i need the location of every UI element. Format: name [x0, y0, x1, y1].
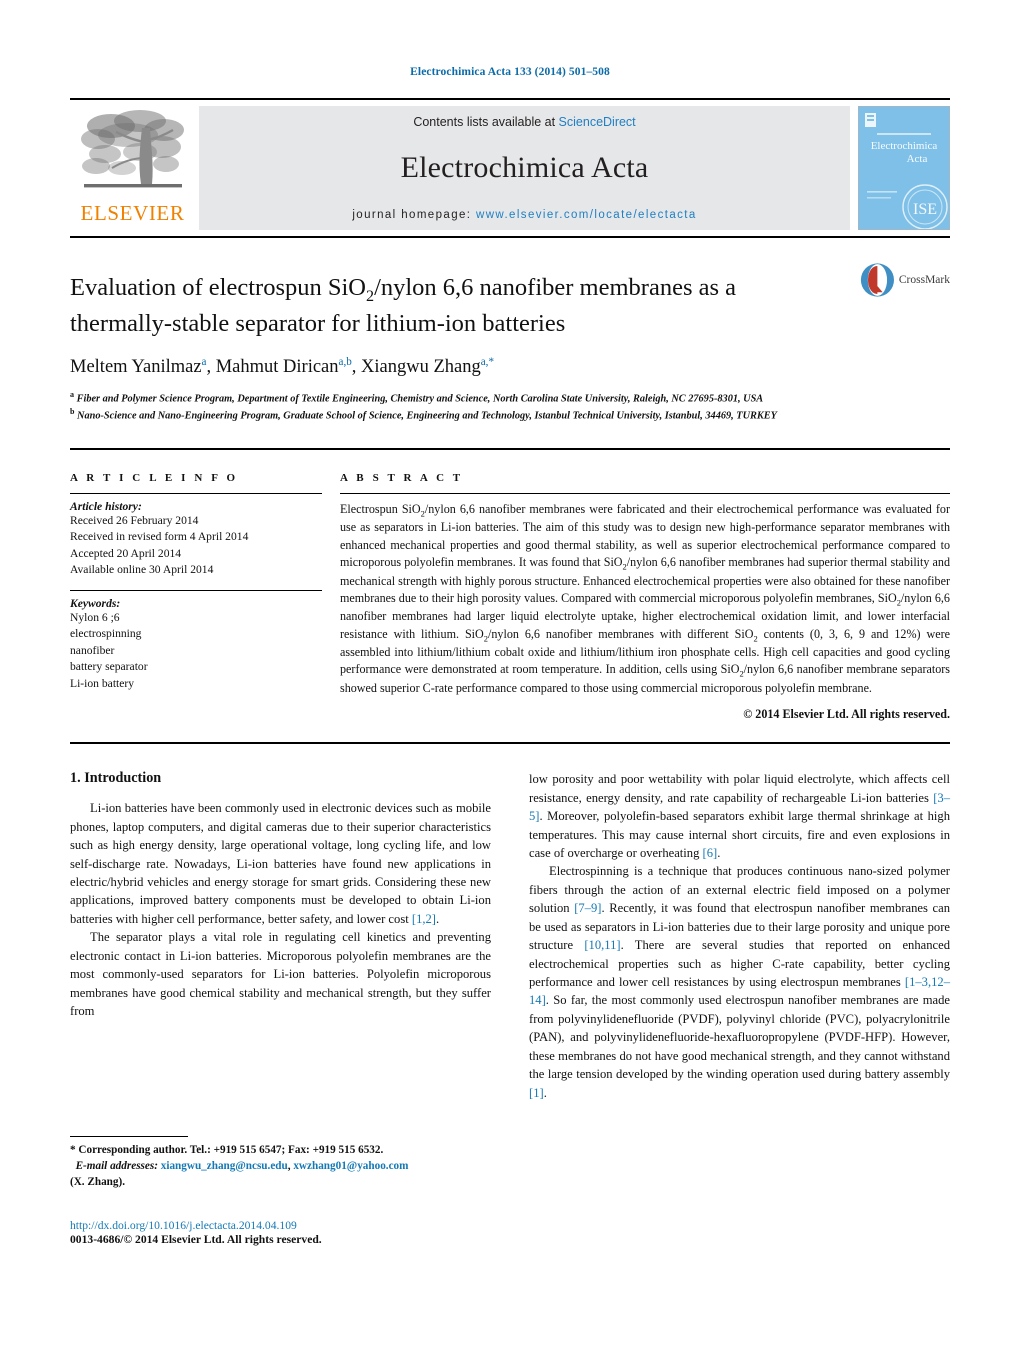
author-marks-2: a,*	[480, 355, 494, 368]
article-history-item: Received in revised form 4 April 2014	[70, 530, 249, 544]
homepage-prefix: journal homepage:	[352, 209, 476, 221]
keyword-item: nanofiber	[70, 643, 115, 657]
article-history-item: Accepted 20 April 2014	[70, 546, 182, 560]
doi-link[interactable]: http://dx.doi.org/10.1016/j.electacta.20…	[70, 1219, 322, 1232]
keyword-item: Li-ion battery	[70, 676, 135, 690]
article-history-item: Available online 30 April 2014	[70, 563, 214, 577]
elsevier-wordmark: ELSEVIER	[80, 201, 185, 225]
body-two-columns: 1. Introduction Li-ion batteries have be…	[70, 770, 950, 1102]
rule-below-abstract	[70, 742, 950, 745]
corresponding-author-line: * Corresponding author. Tel.: +919 515 6…	[70, 1144, 384, 1156]
journal-masthead: ELSEVIER Contents lists available at Sci…	[70, 98, 950, 238]
abstract-rule	[340, 492, 950, 494]
abstract-text: Electrospun SiO2/nylon 6,6 nanofiber mem…	[340, 501, 950, 695]
article-info-rule	[70, 492, 322, 494]
article-history-label: Article history:	[70, 499, 142, 513]
affiliation-text-b: Nano-Science and Nano-Engineering Progra…	[77, 409, 777, 421]
elsevier-logo: ELSEVIER	[70, 100, 195, 236]
svg-text:ISE: ISE	[913, 201, 937, 218]
homepage-url-link[interactable]: www.elsevier.com/locate/electacta	[476, 209, 697, 221]
author-list: Meltem Yanilmaza, Mahmut Diricana,b, Xia…	[70, 355, 494, 378]
info-abstract-section: A R T I C L E I N F O Article history: R…	[70, 447, 950, 745]
crossmark-label: CrossMark	[898, 274, 950, 286]
affiliation-mark-b: b	[70, 406, 75, 416]
keyword-item: Nylon 6 ;6	[70, 610, 120, 624]
abstract-heading: A B S T R A C T	[340, 471, 464, 484]
author-marks-0: a	[201, 355, 207, 368]
email-link-secondary[interactable]: xwzhang01@yahoo.com	[293, 1160, 408, 1172]
paragraph: Li-ion batteries have been commonly used…	[70, 801, 491, 926]
email-line: E-mail addresses: xiangwu_zhang@ncsu.edu…	[70, 1159, 470, 1175]
affiliation-text-a: Fiber and Polymer Science Program, Depar…	[76, 393, 764, 405]
journal-cover-thumbnail[interactable]: Electrochimica Acta ISE	[858, 106, 950, 230]
author-name-0: Meltem Yanilmaz	[70, 357, 202, 378]
paragraph: low porosity and poor wettability with p…	[529, 772, 950, 860]
journal-homepage-line: journal homepage: www.elsevier.com/locat…	[352, 209, 696, 221]
contents-available-line: Contents lists available at ScienceDirec…	[413, 115, 635, 129]
contents-prefix: Contents lists available at	[413, 115, 559, 129]
sciencedirect-link[interactable]: ScienceDirect	[559, 115, 636, 129]
keyword-item: electrospinning	[70, 627, 142, 641]
running-head: Electrochimica Acta 133 (2014) 501–508	[410, 66, 610, 78]
issn-copyright-line: 0013-4686/© 2014 Elsevier Ltd. All right…	[70, 1233, 322, 1246]
affiliation-b: b Nano-Science and Nano-Engineering Prog…	[70, 407, 950, 423]
journal-cover-art: Electrochimica Acta ISE	[859, 107, 949, 229]
author-marks-1: a,b	[338, 355, 352, 368]
paragraph: Electrospinning is a technique that prod…	[529, 864, 950, 1100]
section-heading-introduction: 1. Introduction	[70, 770, 162, 787]
title-block: Evaluation of electrospun SiO2/nylon 6,6…	[70, 238, 950, 423]
keywords-rule	[70, 589, 322, 591]
crossmark-icon	[860, 263, 895, 297]
article-info-column: A R T I C L E I N F O Article history: R…	[70, 472, 340, 722]
crossmark-badge[interactable]: CrossMark	[860, 258, 950, 302]
email-label: E-mail addresses:	[75, 1159, 158, 1172]
affiliation-list: a Fiber and Polymer Science Program, Dep…	[70, 390, 950, 423]
page-title: Evaluation of electrospun SiO2/nylon 6,6…	[70, 272, 830, 339]
abstract-copyright: © 2014 Elsevier Ltd. All rights reserved…	[743, 707, 950, 722]
svg-text:Acta: Acta	[907, 153, 928, 165]
affiliation-mark-a: a	[70, 390, 75, 400]
svg-text:Electrochimica: Electrochimica	[871, 140, 938, 152]
title-part-1: Evaluation of electrospun SiO	[70, 274, 366, 301]
journal-title: Electrochimica Acta	[400, 151, 649, 184]
elsevier-tree-icon	[80, 110, 184, 188]
footnote-rule	[70, 1136, 188, 1137]
article-history-item: Received 26 February 2014	[70, 513, 199, 527]
journal-banner: Contents lists available at ScienceDirec…	[199, 106, 850, 230]
body-column-left: 1. Introduction Li-ion batteries have be…	[70, 770, 491, 1102]
article-info-heading: A R T I C L E I N F O	[70, 471, 239, 484]
email-owner: (X. Zhang).	[70, 1175, 126, 1188]
article-page: Electrochimica Acta 133 (2014) 501–508 E…	[0, 0, 1020, 1351]
corresponding-author-footnote: * Corresponding author. Tel.: +919 515 6…	[70, 1136, 470, 1191]
body-column-right: low porosity and poor wettability with p…	[529, 770, 950, 1102]
author-name-1: Mahmut Dirican	[215, 357, 339, 378]
doi-block: http://dx.doi.org/10.1016/j.electacta.20…	[70, 1219, 322, 1246]
keywords-label: Keywords:	[70, 596, 121, 610]
paragraph: The separator plays a vital role in regu…	[70, 930, 491, 1019]
title-subscript: 2	[365, 287, 375, 305]
email-link-primary[interactable]: xiangwu_zhang@ncsu.edu	[161, 1160, 288, 1172]
affiliation-a: a Fiber and Polymer Science Program, Dep…	[70, 390, 950, 406]
keywords-block: Keywords: Nylon 6 ;6 electrospinning nan…	[70, 589, 322, 692]
author-name-2: Xiangwu Zhang	[361, 357, 481, 378]
abstract-column: A B S T R A C T Electrospun SiO2/nylon 6…	[340, 472, 950, 722]
keyword-item: battery separator	[70, 660, 148, 674]
